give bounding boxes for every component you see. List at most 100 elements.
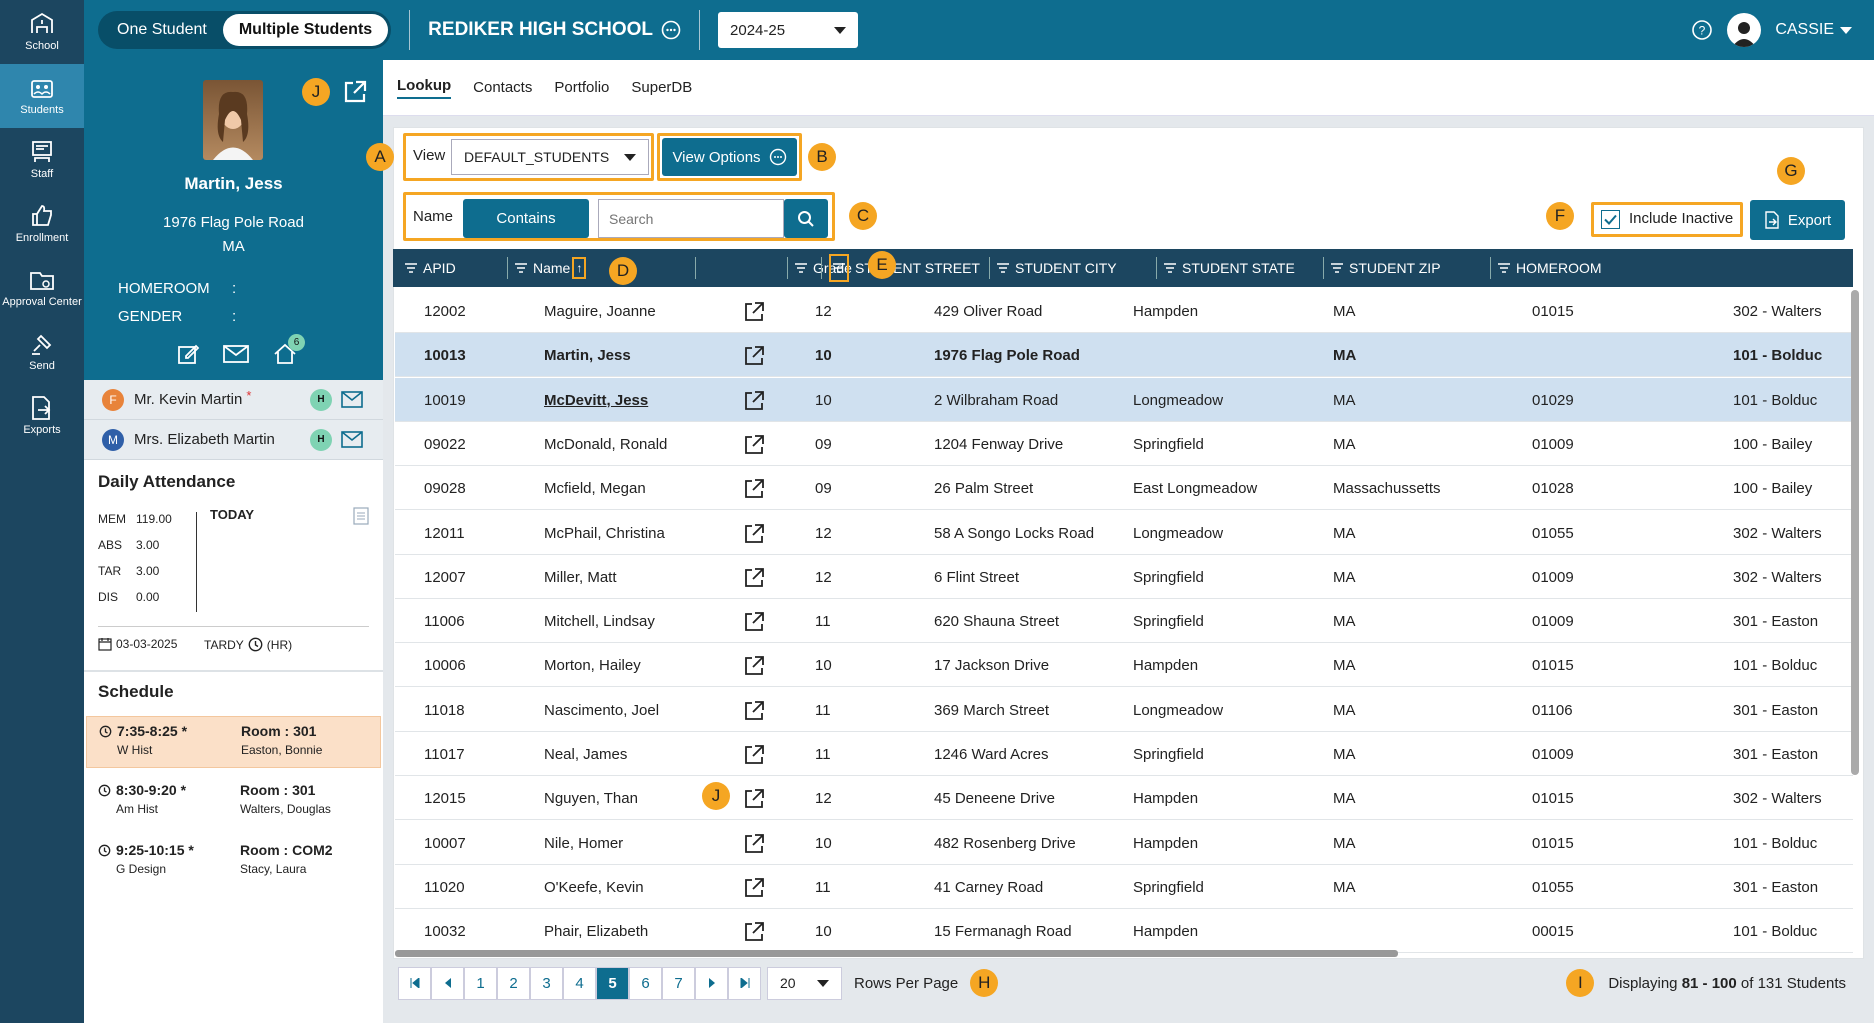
cell-name[interactable]: McPhail, Christina xyxy=(544,525,665,542)
table-row[interactable]: 10013 Martin, Jess 10 1976 Flag Pole Road MA… xyxy=(395,333,1853,378)
contact-name[interactable]: Mr. Kevin Martin xyxy=(134,391,242,408)
horizontal-scrollbar[interactable] xyxy=(395,950,1398,957)
page-3-button[interactable]: 3 xyxy=(530,966,563,1000)
table-row[interactable]: 11020 O'Keefe, Kevin 11 41 Carney Road Sprin… xyxy=(395,865,1853,909)
nav-item-exports[interactable]: Exports xyxy=(0,384,84,448)
cell-name[interactable]: Mitchell, Lindsay xyxy=(544,613,655,630)
cell-name[interactable]: Nguyen, Than xyxy=(544,790,638,807)
avatar[interactable] xyxy=(1727,13,1762,47)
nav-item-enrollment[interactable]: Enrollment xyxy=(0,192,84,256)
search-input[interactable] xyxy=(598,199,784,238)
include-inactive-checkbox[interactable] xyxy=(1601,210,1620,229)
cell-name[interactable]: Maguire, Joanne xyxy=(544,303,656,320)
column-separator[interactable] xyxy=(1490,257,1491,279)
cell-name[interactable]: Neal, James xyxy=(544,746,627,763)
nav-item-send[interactable]: Send xyxy=(0,320,84,384)
column-separator[interactable] xyxy=(989,257,990,279)
table-row[interactable]: 11018 Nascimento, Joel 11 369 March Street L… xyxy=(395,688,1853,732)
sort-ascending-icon[interactable]: ↑ xyxy=(572,257,587,279)
schedule-item[interactable]: 7:35-8:25 * W Hist Room : 301 Easton, Bonni… xyxy=(86,716,381,768)
tab-superdb[interactable]: SuperDB xyxy=(631,79,692,96)
page-1-button[interactable]: 1 xyxy=(464,966,497,1000)
nav-item-staff[interactable]: Staff xyxy=(0,128,84,192)
table-row[interactable]: 09022 McDonald, Ronald 09 1204 Fenway Drive… xyxy=(395,422,1853,466)
tab-lookup[interactable]: Lookup xyxy=(397,77,452,99)
multiple-students-toggle[interactable]: Multiple Students xyxy=(222,14,389,46)
table-row[interactable]: 12002 Maguire, Joanne 12 429 Oliver Road Ham… xyxy=(395,289,1853,333)
cell-name[interactable]: Nile, Homer xyxy=(544,835,623,852)
column-separator[interactable] xyxy=(1156,257,1157,279)
column-separator[interactable] xyxy=(695,257,696,279)
tab-contacts[interactable]: Contacts xyxy=(473,79,532,96)
open-external-icon[interactable] xyxy=(743,655,764,676)
rows-per-page-select[interactable]: 20 xyxy=(767,966,842,1000)
table-row[interactable]: 11006 Mitchell, Lindsay 11 620 Shauna Stree… xyxy=(395,599,1853,644)
table-row[interactable]: 10019 McDevitt, Jess 10 2 Wilbraham Road Lon… xyxy=(395,377,1853,422)
open-external-icon[interactable] xyxy=(743,611,764,631)
household-button[interactable]: 6 xyxy=(272,334,305,370)
table-row[interactable]: 11017 Neal, James 11 1246 Ward Acres Springf… xyxy=(395,732,1853,776)
column-separator[interactable] xyxy=(821,257,822,279)
open-external-icon[interactable] xyxy=(743,390,764,410)
nav-item-approval-center[interactable]: Approval Center xyxy=(0,256,84,320)
first-page-button[interactable] xyxy=(398,966,431,1000)
cell-name[interactable]: McDonald, Ronald xyxy=(544,436,667,453)
previous-page-button[interactable] xyxy=(431,966,464,1000)
filter-icon[interactable] xyxy=(405,263,417,273)
cell-name[interactable]: Phair, Elizabeth xyxy=(544,923,648,940)
table-row[interactable]: 12011 McPhail, Christina 12 58 A Songo Lock… xyxy=(395,511,1853,555)
vertical-scrollbar[interactable] xyxy=(1851,290,1859,775)
column-separator[interactable] xyxy=(787,257,788,279)
page-7-button[interactable]: 7 xyxy=(662,966,695,1000)
document-icon[interactable] xyxy=(353,507,369,525)
school-year-select[interactable]: 2024-25 xyxy=(718,12,859,48)
column-header-student-city[interactable]: STUDENT CITY xyxy=(997,249,1117,287)
column-header-homeroom[interactable]: HOMEROOM xyxy=(1498,249,1602,287)
column-separator[interactable] xyxy=(1323,257,1324,279)
page-6-button[interactable]: 6 xyxy=(629,966,662,1000)
view-options-button[interactable]: View Options xyxy=(662,138,797,176)
column-header-student-zip[interactable]: STUDENT ZIP xyxy=(1331,249,1441,287)
more-options-icon[interactable] xyxy=(661,20,681,40)
open-external-icon[interactable] xyxy=(743,744,764,764)
table-row[interactable]: 10006 Morton, Hailey 10 17 Jackson Drive Ham… xyxy=(395,643,1853,688)
table-row[interactable]: 09028 Mcfield, Megan 09 26 Palm Street East … xyxy=(395,466,1853,511)
user-menu[interactable]: CASSIE xyxy=(1775,21,1834,39)
view-select[interactable]: DEFAULT_STUDENTS xyxy=(451,139,649,175)
open-external-icon[interactable] xyxy=(743,700,764,720)
cell-name[interactable]: Mcfield, Megan xyxy=(544,480,646,497)
cell-name[interactable]: Miller, Matt xyxy=(544,569,617,586)
column-header-apid[interactable]: APID xyxy=(405,249,456,287)
schedule-item[interactable]: 9:25-10:15 * G Design Room : COM2 Stacy, La… xyxy=(86,836,381,888)
last-page-button[interactable] xyxy=(728,966,761,1000)
schedule-item[interactable]: 8:30-9:20 * Am Hist Room : 301 Walters, Dou… xyxy=(86,776,381,828)
one-student-toggle[interactable]: One Student xyxy=(101,14,223,46)
next-page-button[interactable] xyxy=(695,966,728,1000)
filter-icon[interactable] xyxy=(795,263,807,273)
open-external-icon[interactable] xyxy=(743,301,764,321)
open-external-icon[interactable] xyxy=(743,523,764,543)
open-external-icon[interactable] xyxy=(743,833,764,853)
table-row[interactable]: 10007 Nile, Homer 10 482 Rosenberg Drive Ham… xyxy=(395,821,1853,865)
mail-icon[interactable] xyxy=(341,431,363,452)
page-4-button[interactable]: 4 xyxy=(563,966,596,1000)
table-row[interactable]: 10032 Phair, Elizabeth 10 15 Fermanagh Road… xyxy=(395,909,1853,954)
contact-name[interactable]: Mrs. Elizabeth Martin xyxy=(134,431,275,448)
column-header-student-street[interactable]: STUDENT STREET xyxy=(829,249,980,287)
filter-icon[interactable] xyxy=(1498,263,1510,273)
mail-icon[interactable] xyxy=(222,342,250,366)
contains-button[interactable]: Contains xyxy=(463,199,589,238)
mail-icon[interactable] xyxy=(341,391,363,412)
contact-row[interactable]: M Mrs. Elizabeth Martin H xyxy=(84,420,383,460)
column-header-name[interactable]: Name ↑ xyxy=(515,249,587,287)
table-row[interactable]: 12015 Nguyen, Than 12 45 Deneene Drive Hampd… xyxy=(395,776,1853,821)
page-5-button[interactable]: 5 xyxy=(596,966,629,1000)
filter-icon[interactable] xyxy=(997,263,1009,273)
filter-icon[interactable] xyxy=(829,254,849,282)
cell-name[interactable]: O'Keefe, Kevin xyxy=(544,879,644,896)
cell-name[interactable]: Nascimento, Joel xyxy=(544,702,659,719)
open-external-icon[interactable] xyxy=(743,877,764,897)
open-external-icon[interactable] xyxy=(743,478,764,499)
help-icon[interactable]: ? xyxy=(1691,19,1713,41)
table-row[interactable]: 12007 Miller, Matt 12 6 Flint Street Springf… xyxy=(395,555,1853,599)
